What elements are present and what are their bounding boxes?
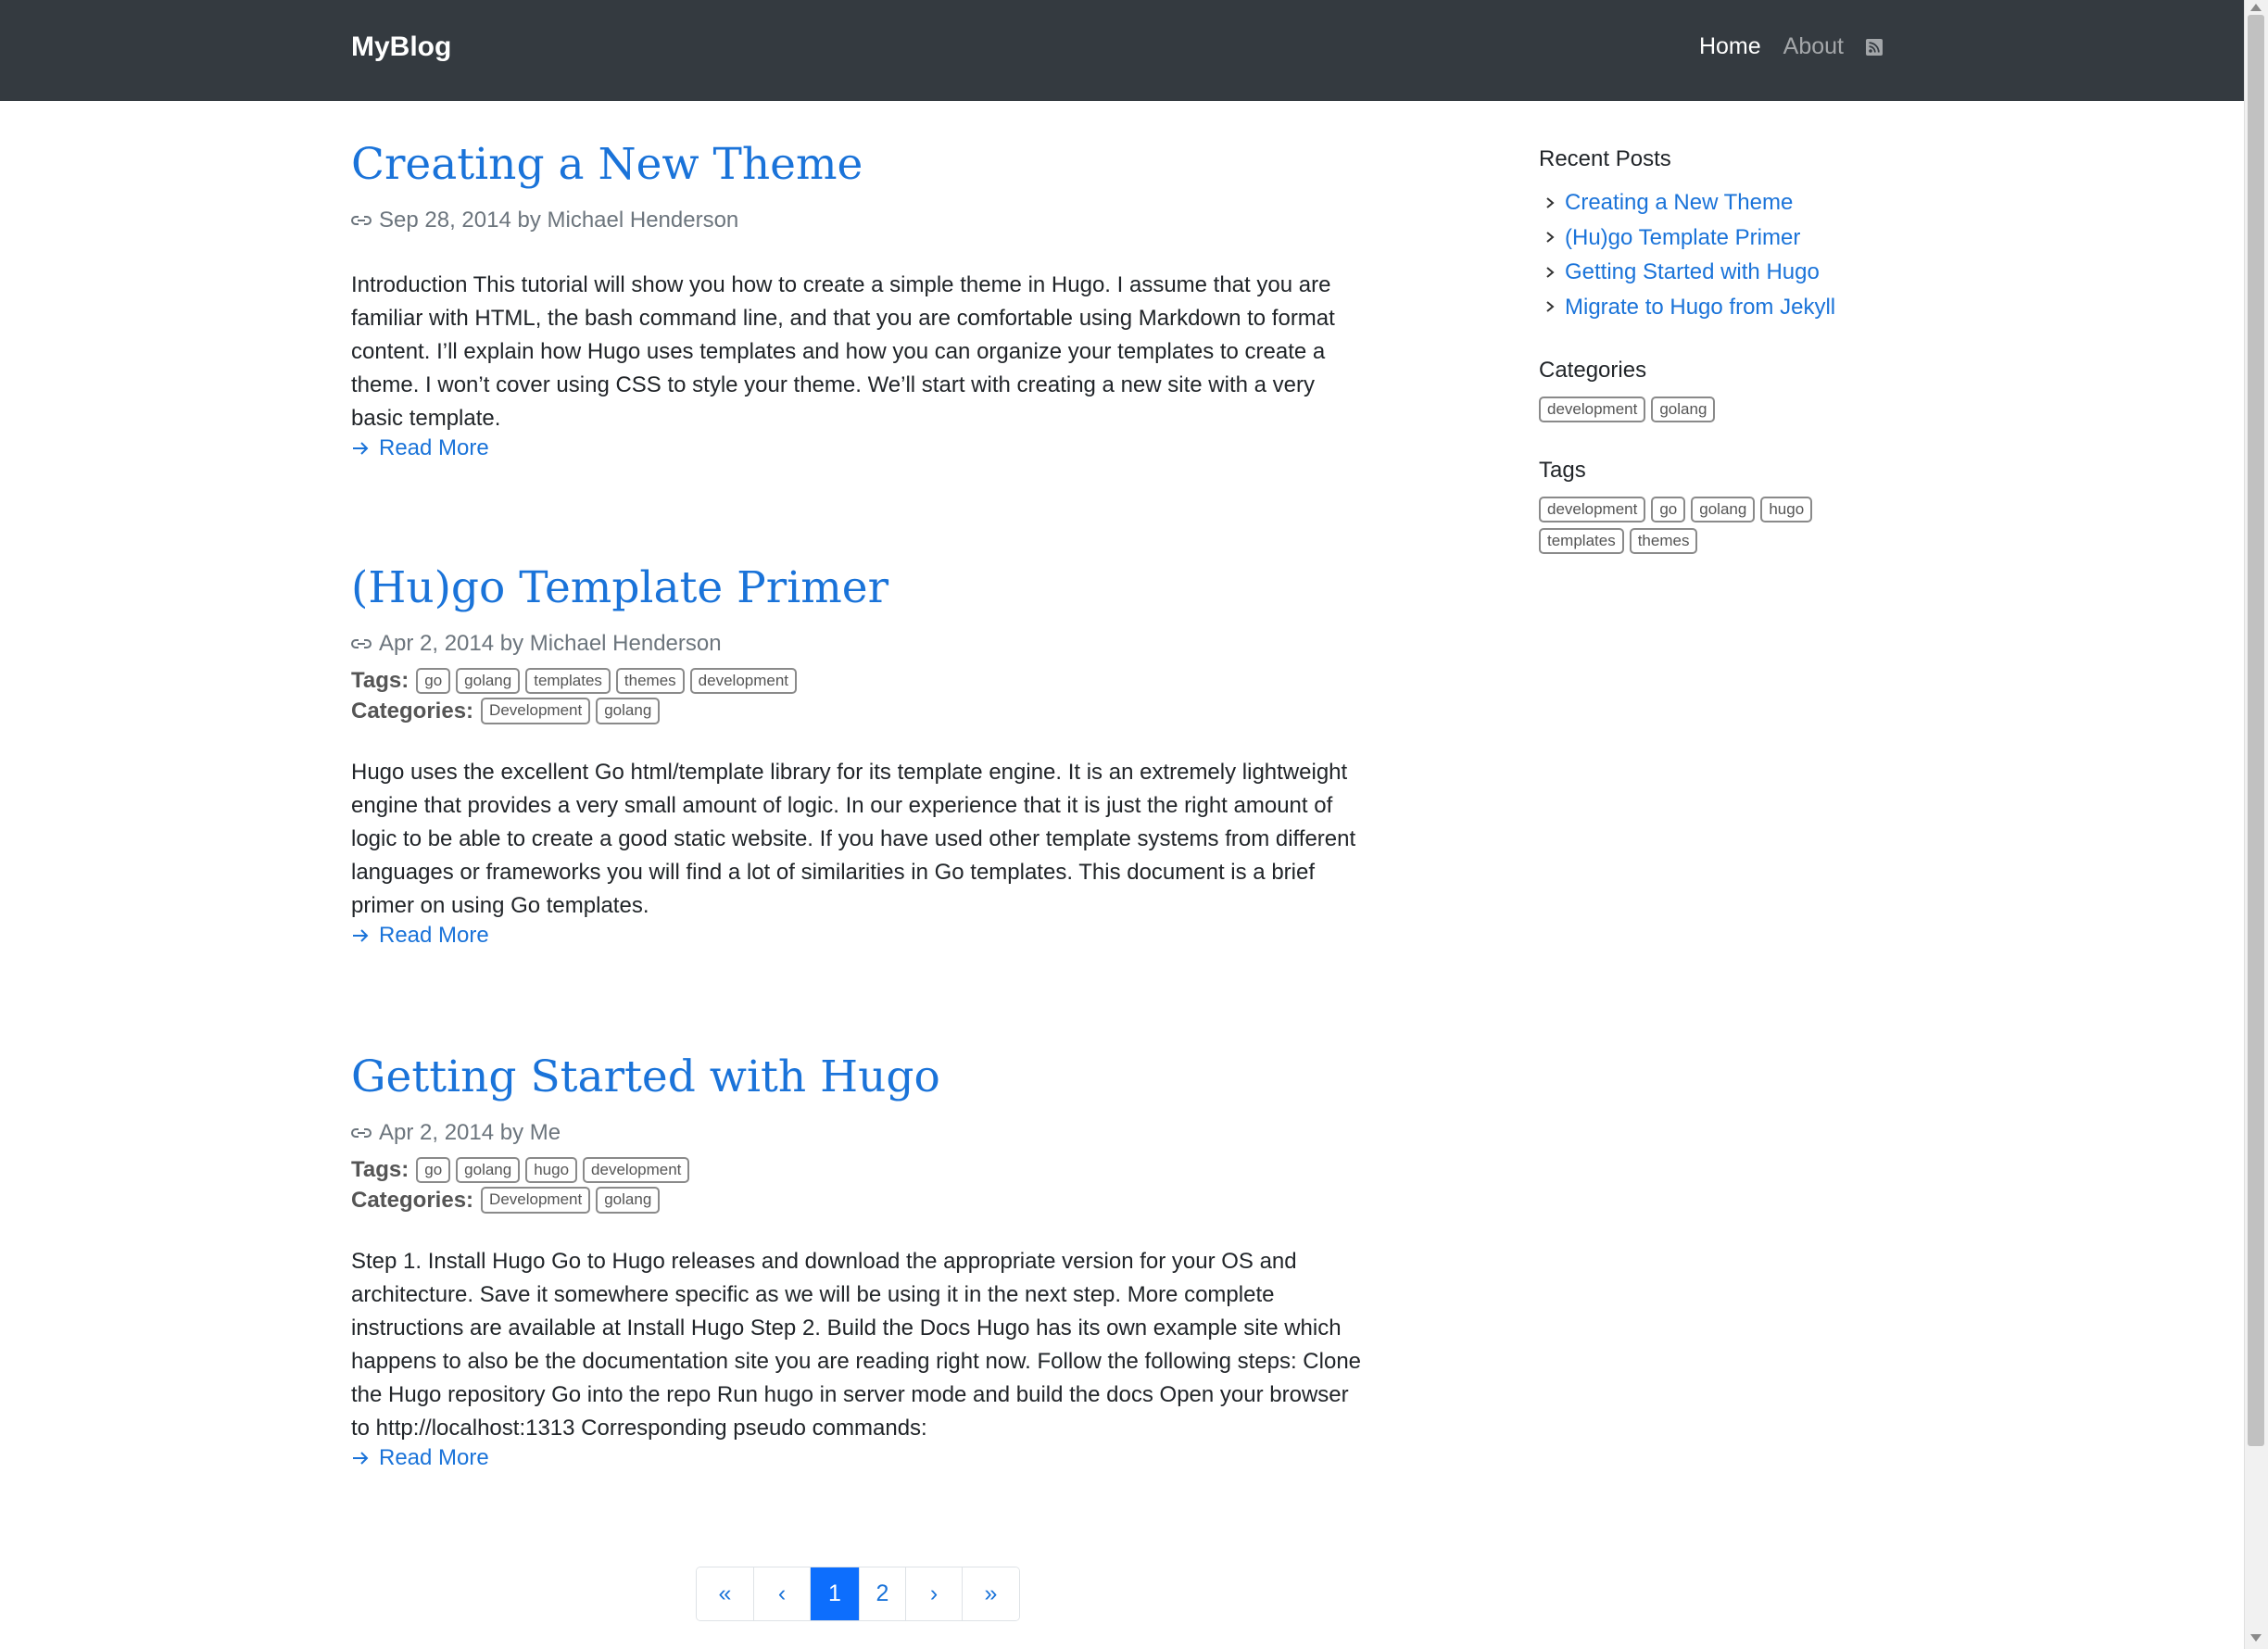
arrow-right-icon: [353, 1451, 369, 1465]
post-meta: Sep 28, 2014 by Michael Henderson: [351, 208, 1370, 233]
recent-posts-list: Creating a New Theme (Hu)go Template Pri…: [1539, 185, 1909, 324]
recent-post-link[interactable]: Creating a New Theme: [1565, 185, 1793, 220]
category-badge[interactable]: golang: [596, 698, 661, 724]
recent-post-link[interactable]: Migrate to Hugo from Jekyll: [1565, 290, 1835, 325]
tag-badge[interactable]: development: [583, 1157, 690, 1184]
arrow-right-icon: [353, 442, 369, 456]
navbar: MyBlog Home About: [0, 0, 2244, 101]
sidebar: Recent Posts Creating a New Theme (Hu)go…: [1539, 146, 1909, 555]
tags-label: Tags:: [351, 1157, 410, 1183]
post-tags: Tags: go golang hugo development: [351, 1157, 1370, 1184]
list-item: Creating a New Theme: [1539, 185, 1909, 220]
post-categories: Categories: Development golang: [351, 698, 1370, 724]
read-more-label: Read More: [379, 922, 489, 948]
link-icon: [351, 639, 372, 649]
category-badge[interactable]: development: [1539, 397, 1646, 423]
tag-badge[interactable]: themes: [615, 668, 685, 695]
post-title-link[interactable]: (Hu)go Template Primer: [351, 562, 1370, 614]
read-more-label: Read More: [379, 435, 489, 461]
post-date: Sep 28, 2014: [379, 208, 511, 233]
categories-label: Categories:: [351, 1187, 474, 1213]
post-title-link[interactable]: Getting Started with Hugo: [351, 1051, 1370, 1103]
read-more-label: Read More: [379, 1444, 489, 1470]
post-meta: Apr 2, 2014 by Me: [351, 1120, 1370, 1146]
scroll-down-arrow-icon[interactable]: [2250, 1634, 2262, 1642]
scrollbar-thumb[interactable]: [2248, 15, 2264, 1446]
list-item: Migrate to Hugo from Jekyll: [1539, 290, 1909, 325]
post-author: Me: [529, 1120, 561, 1146]
category-badge[interactable]: golang: [596, 1187, 661, 1214]
tag-badge[interactable]: go: [416, 668, 451, 695]
post-title-link[interactable]: Creating a New Theme: [351, 139, 1370, 191]
chevron-right-icon: [1546, 232, 1555, 244]
tag-badge[interactable]: hugo: [1760, 497, 1813, 523]
chevron-right-icon: [1546, 196, 1555, 208]
post-card: Getting Started with Hugo Apr 2, 2014 by…: [351, 1051, 1370, 1471]
post-date: Apr 2, 2014: [379, 1120, 495, 1146]
read-more-link[interactable]: Read More: [351, 435, 1370, 461]
list-item: (Hu)go Template Primer: [1539, 220, 1909, 256]
nav-links: Home About: [1677, 33, 1883, 60]
post-meta: Apr 2, 2014 by Michael Henderson: [351, 631, 1370, 657]
tag-badge[interactable]: development: [689, 668, 798, 695]
post-date: Apr 2, 2014: [379, 631, 495, 657]
tag-badge[interactable]: golang: [456, 668, 521, 695]
by-word: by: [499, 631, 524, 657]
by-word: by: [517, 208, 541, 233]
first-page-button[interactable]: «: [697, 1567, 753, 1620]
page-2-button[interactable]: 2: [859, 1567, 905, 1620]
tag-badge[interactable]: go: [416, 1157, 451, 1184]
tags-label: Tags:: [351, 668, 410, 694]
post-tags: Tags: go golang templates themes develop…: [351, 668, 1370, 695]
post-author: Michael Henderson: [547, 208, 739, 233]
page: MyBlog Home About Creating a New Theme S…: [0, 0, 2244, 1649]
post-summary: Hugo uses the excellent Go html/template…: [351, 759, 1356, 918]
chevron-right-icon: [1546, 301, 1555, 313]
pagination: « ‹ 1 2 › »: [696, 1567, 1020, 1621]
post-card: (Hu)go Template Primer Apr 2, 2014 by Mi…: [351, 562, 1370, 949]
tag-badge[interactable]: themes: [1629, 528, 1698, 555]
recent-posts-heading: Recent Posts: [1539, 146, 1671, 171]
recent-post-link[interactable]: (Hu)go Template Primer: [1565, 220, 1800, 256]
post-summary: Introduction This tutorial will show you…: [351, 272, 1335, 432]
scroll-up-arrow-icon[interactable]: [2250, 4, 2262, 11]
page-1-button[interactable]: 1: [810, 1567, 859, 1620]
rss-icon[interactable]: [1866, 38, 1883, 56]
category-badge[interactable]: Development: [481, 698, 591, 724]
tag-badge[interactable]: golang: [456, 1157, 521, 1184]
tag-badge[interactable]: templates: [525, 668, 611, 695]
tag-cloud: development go golang hugo templates the…: [1539, 497, 1854, 555]
read-more-link[interactable]: Read More: [351, 923, 1370, 949]
post-categories: Categories: Development golang: [351, 1187, 1370, 1214]
list-item: Getting Started with Hugo: [1539, 255, 1909, 290]
category-badge[interactable]: Development: [481, 1187, 591, 1214]
post-author: Michael Henderson: [529, 631, 722, 657]
category-badge[interactable]: golang: [1651, 397, 1716, 423]
read-more-link[interactable]: Read More: [351, 1445, 1370, 1471]
post-summary: Step 1. Install Hugo Go to Hugo releases…: [351, 1248, 1362, 1441]
category-cloud: development golang: [1539, 397, 1909, 423]
post-list: Creating a New Theme Sep 28, 2014 by Mic…: [351, 139, 1370, 1470]
by-word: by: [499, 1120, 524, 1146]
recent-post-link[interactable]: Getting Started with Hugo: [1565, 255, 1820, 290]
next-page-button[interactable]: ›: [905, 1567, 962, 1620]
tag-badge[interactable]: golang: [1691, 497, 1756, 523]
brand-link[interactable]: MyBlog: [351, 31, 451, 63]
categories-label: Categories:: [351, 698, 474, 724]
tag-badge[interactable]: development: [1539, 497, 1646, 523]
link-icon: [351, 216, 372, 226]
tag-badge[interactable]: hugo: [525, 1157, 578, 1184]
nav-about-link[interactable]: About: [1783, 33, 1844, 60]
tags-heading: Tags: [1539, 458, 1586, 484]
link-icon: [351, 1128, 372, 1139]
post-card: Creating a New Theme Sep 28, 2014 by Mic…: [351, 139, 1370, 494]
chevron-right-icon: [1546, 266, 1555, 278]
categories-heading: Categories: [1539, 358, 1647, 383]
tag-badge[interactable]: go: [1651, 497, 1686, 523]
tag-badge[interactable]: templates: [1539, 528, 1624, 555]
last-page-button[interactable]: »: [962, 1567, 1019, 1620]
nav-home-link[interactable]: Home: [1699, 33, 1761, 60]
prev-page-button[interactable]: ‹: [753, 1567, 810, 1620]
arrow-right-icon: [353, 928, 369, 942]
